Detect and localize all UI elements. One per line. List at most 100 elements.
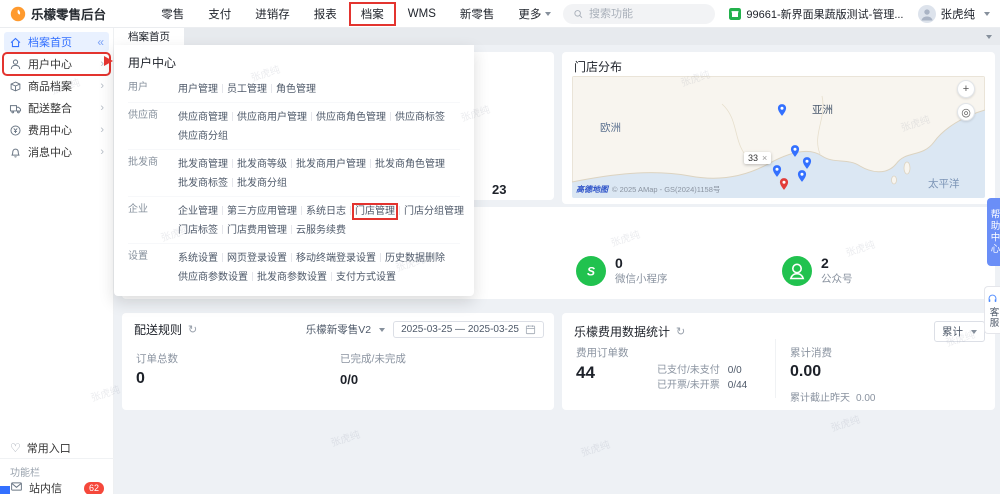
menu-item[interactable]: 网页登录设置 [227,253,287,264]
divider [291,159,292,168]
menu-item[interactable]: 企业管理 [178,206,218,217]
tabbar-chevron-icon[interactable] [986,35,992,42]
refresh-icon[interactable]: ↻ [676,325,685,338]
fees-period-select[interactable]: 累计 [934,321,985,342]
nav-item-retail[interactable]: 零售 [149,2,196,26]
svg-text:S: S [587,264,595,278]
map-pin[interactable] [770,164,784,178]
divider [291,253,292,262]
collapse-sidebar-icon[interactable]: « [97,36,104,48]
menu-item[interactable]: 门店分组管理 [404,206,464,217]
inbox-link[interactable]: 站内信 62 [10,480,104,494]
store-switcher[interactable]: 99661-新界面果蔬版测试-管理... [729,6,903,22]
menu-item[interactable]: 员工管理 [227,84,267,95]
map-zoom-in-button[interactable]: + [957,80,975,98]
nav-item-more[interactable]: 更多 [506,2,563,26]
user-menu[interactable]: 张虎纯 [918,5,991,23]
divider [291,225,292,234]
map-copyright: © 2025 AMap - GS(2024)1158号 [612,184,720,195]
sidebar-item-goods-archive[interactable]: 商品档案 › [4,76,109,96]
menu-item[interactable]: 供应商管理 [178,112,228,123]
menu-item[interactable]: 供应商分组 [178,131,228,142]
nav-item-inventory[interactable]: 进销存 [243,2,302,26]
menu-item[interactable]: 云服务续费 [296,225,346,236]
refresh-icon[interactable]: ↻ [188,323,197,336]
menu-item[interactable]: 门店费用管理 [227,225,287,236]
close-icon[interactable]: × [762,153,767,163]
menu-item[interactable]: 第三方应用管理 [227,206,297,217]
nav-item-pay[interactable]: 支付 [196,2,243,26]
headset-icon [987,293,998,304]
menu-item[interactable]: 支付方式设置 [336,272,396,283]
menu-item[interactable]: 供应商用户管理 [237,112,307,123]
map-pin[interactable] [800,156,814,170]
menu-group-name: 企业 [128,201,178,239]
date-range-picker[interactable]: 2025-03-25 — 2025-03-25 [393,321,544,338]
delivery-channel-select[interactable]: 乐檬新零售V2 [306,322,385,337]
menu-item[interactable]: 角色管理 [276,84,316,95]
nav-item-new-retail[interactable]: 新零售 [448,2,507,26]
sidebar-item-delivery[interactable]: 配送整合 › [4,98,109,118]
map-canvas[interactable]: 欧洲 亚洲 太平洋 33 × + ◎ 高德地图 © 2025 AMap - GS… [572,76,985,198]
app-logo[interactable]: 乐檬零售后台 [10,4,109,23]
menu-item[interactable]: 系统设置 [178,253,218,264]
tab-archive-home[interactable]: 档案首页 [114,28,184,45]
menu-item[interactable]: 供应商标签 [395,112,445,123]
customer-service-tab[interactable]: 客服 [984,286,1000,334]
menu-item[interactable]: 移动终端登录设置 [296,253,376,264]
menu-group-wholesaler: 批发商 批发商管理批发商等级批发商用户管理批发商角色管理 批发商标签批发商分组 [128,150,460,197]
vertical-divider [775,339,776,398]
menu-item[interactable]: 门店标签 [178,225,218,236]
sidebar-divider [0,458,114,459]
menu-item[interactable]: 批发商分组 [237,178,287,189]
menu-item[interactable]: 批发商角色管理 [375,159,445,170]
divider [370,159,371,168]
map-pin[interactable] [775,103,789,117]
nav-item-reports[interactable]: 报表 [302,2,349,26]
sidebar-item-fee-center[interactable]: 费用中心 › [4,120,109,140]
nav-item-wms[interactable]: WMS [396,4,448,24]
menu-item[interactable]: 用户管理 [178,84,218,95]
map-pin[interactable] [795,169,809,183]
divider [311,112,312,121]
paid-row: 已支付/未支付0/0 [657,363,747,378]
channel-label: 微信小程序 [615,272,668,286]
chevron-down-icon [984,12,990,19]
channel-official-account[interactable]: 2 公众号 [782,255,853,286]
select-value: 乐檬新零售V2 [306,322,371,337]
fee-order-stat: 费用订单数 44 [576,345,629,383]
stat-value: 44 [576,363,629,383]
card-title: 门店分布 [574,58,622,75]
divider [350,206,351,215]
menu-item[interactable]: 批发商用户管理 [296,159,366,170]
menu-item[interactable]: 批发商等级 [237,159,287,170]
menu-group-name: 批发商 [128,154,178,192]
fee-stats-card: 乐檬费用数据统计 ↻ 累计 费用订单数 44 已支付/未支付0/0 已开票/未开… [562,313,995,410]
menu-item[interactable]: 批发商标签 [178,178,228,189]
avatar [918,5,936,23]
channel-wechat-miniapp[interactable]: S 0 微信小程序 [576,255,668,286]
divider [399,206,400,215]
menu-group-supplier: 供应商 供应商管理供应商用户管理供应商角色管理供应商标签 供应商分组 [128,103,460,150]
menu-item-store-management[interactable]: 门店管理 [355,206,395,217]
help-center-tab[interactable]: 帮助中心 [987,198,1000,266]
common-entry-link[interactable]: ♡ 常用入口 [10,440,71,456]
menu-item[interactable]: 供应商角色管理 [316,112,386,123]
search-input[interactable] [589,8,705,20]
sidebar-item-archive-home[interactable]: 档案首页 « [4,32,109,52]
menu-item[interactable]: 批发商管理 [178,159,228,170]
menu-item[interactable]: 历史数据删除 [385,253,445,264]
function-bar-label: 功能栏 [10,464,40,479]
map-cluster-badge[interactable]: 33 × [744,152,771,164]
map-locate-button[interactable]: ◎ [957,103,975,121]
sidebar-item-user-center[interactable]: 用户中心 › [4,54,109,74]
menu-item[interactable]: 供应商参数设置 [178,272,248,283]
nav-item-archive[interactable]: 档案 [349,2,396,26]
menu-item[interactable]: 系统日志 [306,206,346,217]
heart-icon: ♡ [10,442,21,454]
map-pin-red[interactable] [777,177,791,191]
wechat-miniprogram-icon: S [576,256,606,286]
sidebar-item-message-center[interactable]: 消息中心 › [4,142,109,162]
inbox-count-badge: 62 [84,482,104,494]
menu-item[interactable]: 批发商参数设置 [257,272,327,283]
